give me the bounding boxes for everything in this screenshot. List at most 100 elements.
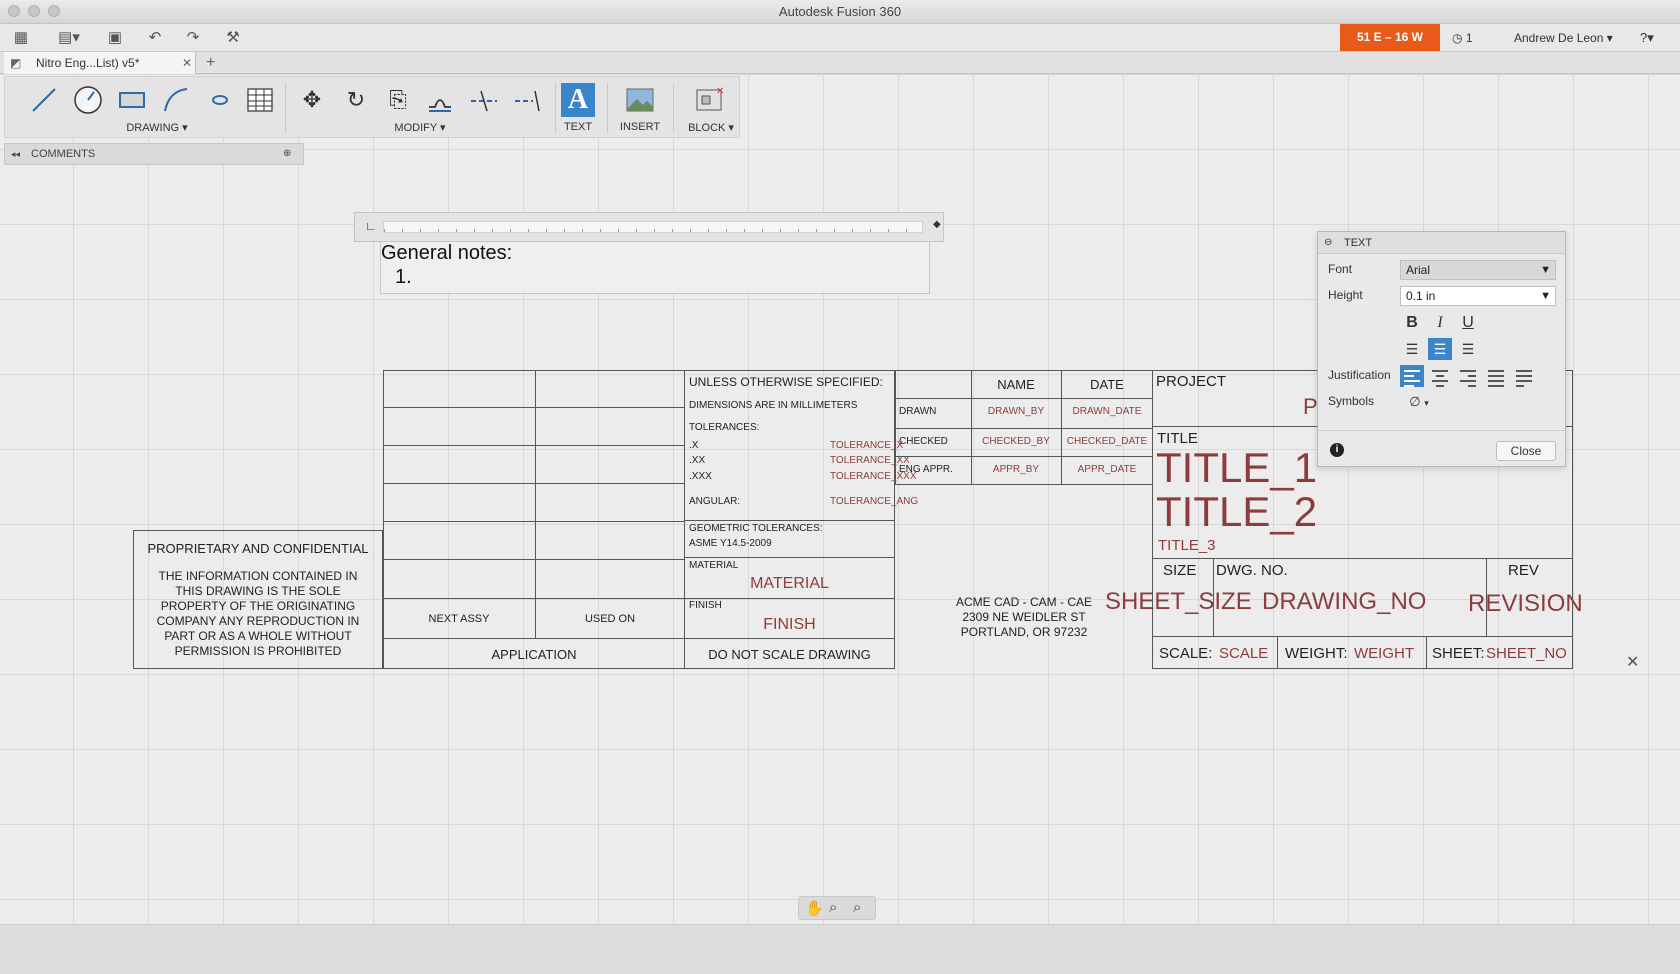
block-tool-icon[interactable]: ✕ [693, 83, 727, 117]
comments-panel[interactable]: ◂◂ COMMENTS ⊕ [4, 143, 304, 165]
chevron-down-icon: ▼ [1540, 264, 1551, 276]
new-tab-icon[interactable]: + [206, 52, 215, 74]
finish-label: FINISH [689, 600, 722, 611]
angular-label: ANGULAR: [689, 496, 741, 507]
insert-image-icon[interactable] [623, 83, 657, 117]
drawing-doc-icon: ◩ [10, 56, 22, 70]
close-button[interactable]: Close [1496, 441, 1556, 461]
drawing-dropdown[interactable]: DRAWING ▾ [109, 121, 205, 134]
move-tool-icon[interactable]: ✥ [295, 83, 329, 117]
app-grid-icon[interactable]: ▦ [10, 28, 32, 48]
modify-label: MODIFY [394, 122, 437, 134]
extend-tool-icon[interactable] [511, 83, 545, 117]
proprietary-text: THE INFORMATION CONTAINED IN [158, 569, 358, 583]
block-label: BLOCK [688, 122, 726, 134]
close-x-icon[interactable]: ✕ [1626, 652, 1639, 672]
dwg-no-label: DWG. NO. [1216, 562, 1288, 579]
text-ruler[interactable]: ∟ ◆ [354, 212, 944, 242]
file-menu-icon[interactable]: ▤▾ [54, 28, 84, 48]
help-icon[interactable]: ?▾ [1640, 28, 1654, 48]
align-distributed-icon[interactable] [1512, 365, 1536, 387]
checked-by-value: CHECKED_BY [982, 436, 1050, 447]
weight-value: WEIGHT [1354, 645, 1414, 662]
redo-icon[interactable]: ↷ [182, 28, 204, 48]
grid-line [383, 559, 685, 560]
height-label: Height [1328, 288, 1363, 302]
chevron-down-icon: ▾ [1606, 31, 1613, 45]
collapse-icon[interactable]: ◂◂ [11, 144, 20, 164]
height-input[interactable]: 0.1 in ▼ [1400, 286, 1556, 306]
close-tab-icon[interactable]: ✕ [182, 52, 192, 74]
grid-line [383, 638, 685, 639]
next-assy-label: NEXT ASSY [428, 613, 490, 625]
text-edit-box[interactable]: General notes: 1. [380, 242, 930, 294]
insert-label: INSERT [619, 121, 661, 133]
text-dialog-header[interactable]: ⊖ TEXT [1318, 232, 1565, 254]
underline-button[interactable]: U [1456, 312, 1480, 334]
collapse-icon[interactable]: ⊖ [1324, 232, 1332, 254]
notes-item[interactable]: 1. [395, 266, 412, 289]
job-status[interactable]: ◷ 1 [1452, 28, 1473, 48]
save-icon[interactable]: ▣ [104, 28, 126, 48]
proprietary-text: COMPANY ANY REPRODUCTION IN [156, 614, 360, 628]
grid-line [383, 445, 685, 446]
tab-stop-icon[interactable]: ∟ [365, 219, 377, 233]
offset-tool-icon[interactable] [423, 83, 457, 117]
bold-button[interactable]: B [1400, 312, 1424, 334]
dimensions-label: DIMENSIONS ARE IN MILLIMETERS [689, 400, 858, 411]
tol-xxx-label: .XXX [689, 471, 712, 482]
copy-tool-icon[interactable]: ⎘ [381, 83, 415, 117]
pan-hand-icon[interactable]: ✋ [805, 899, 824, 917]
ruler-track[interactable] [383, 221, 923, 233]
text-label: TEXT [563, 121, 593, 133]
grid-line [383, 407, 685, 408]
notes-title[interactable]: General notes: [381, 242, 512, 265]
align-justify-icon[interactable] [1484, 365, 1508, 387]
zoom-window-icon[interactable]: ⌕ [853, 899, 861, 916]
drawn-date-value: DRAWN_DATE [1072, 406, 1142, 417]
settings-tool-icon[interactable]: ⚒ [222, 28, 244, 48]
add-comment-icon[interactable]: ⊕ [283, 144, 291, 164]
bottom-bar [0, 924, 1680, 974]
sheet-badge[interactable]: 51 E – 16 W [1340, 24, 1440, 51]
grid-line [1152, 558, 1573, 559]
toolbar-separator [673, 83, 674, 133]
align-left-icon[interactable] [1400, 365, 1424, 387]
job-count: 1 [1465, 31, 1473, 45]
navigation-bar: ✋ ⌕ ⌕ [798, 896, 876, 920]
align-center-icon[interactable] [1428, 365, 1452, 387]
trim-tool-icon[interactable] [467, 83, 501, 117]
italic-button[interactable]: I [1428, 312, 1452, 334]
grid-line [383, 521, 685, 522]
symbols-dropdown[interactable]: ∅ ▾ [1404, 391, 1434, 413]
user-menu[interactable]: Andrew De Leon ▾ [1514, 28, 1613, 48]
unless-label: UNLESS OTHERWISE SPECIFIED: [689, 375, 883, 389]
undo-icon[interactable]: ↶ [144, 28, 166, 48]
window-title-bar: Autodesk Fusion 360 [0, 0, 1680, 24]
date-header: DATE [1090, 377, 1124, 392]
circle-tool-icon[interactable] [71, 83, 105, 117]
checked-date-value: CHECKED_DATE [1066, 436, 1148, 447]
zoom-icon[interactable]: ⌕ [829, 899, 837, 916]
text-tool-icon[interactable]: A [561, 83, 595, 117]
scale-value: SCALE [1219, 645, 1269, 662]
numbered-list-icon[interactable]: ☰ [1428, 338, 1452, 360]
block-dropdown[interactable]: BLOCK ▾ [683, 121, 739, 134]
tab-document[interactable]: ◩ Nitro Eng...List) v5* ✕ [4, 52, 196, 74]
rectangle-tool-icon[interactable] [115, 83, 149, 117]
font-select[interactable]: Arial ▼ [1400, 260, 1556, 280]
bullet-list-icon[interactable]: ☰ [1400, 338, 1424, 360]
align-right-icon[interactable] [1456, 365, 1480, 387]
arc-tool-icon[interactable] [159, 83, 193, 117]
application-label: APPLICATION [491, 647, 577, 662]
lettered-list-icon[interactable]: ☰ [1456, 338, 1480, 360]
line-tool-icon[interactable] [27, 83, 61, 117]
dialog-divider [1318, 430, 1565, 431]
ellipse-tool-icon[interactable] [203, 83, 237, 117]
grid-line [1426, 636, 1427, 669]
ruler-end-icon[interactable]: ◆ [933, 219, 941, 230]
modify-dropdown[interactable]: MODIFY ▾ [375, 121, 465, 134]
info-icon[interactable]: i [1330, 443, 1344, 457]
table-tool-icon[interactable] [243, 83, 277, 117]
rotate-tool-icon[interactable]: ↻ [339, 83, 373, 117]
